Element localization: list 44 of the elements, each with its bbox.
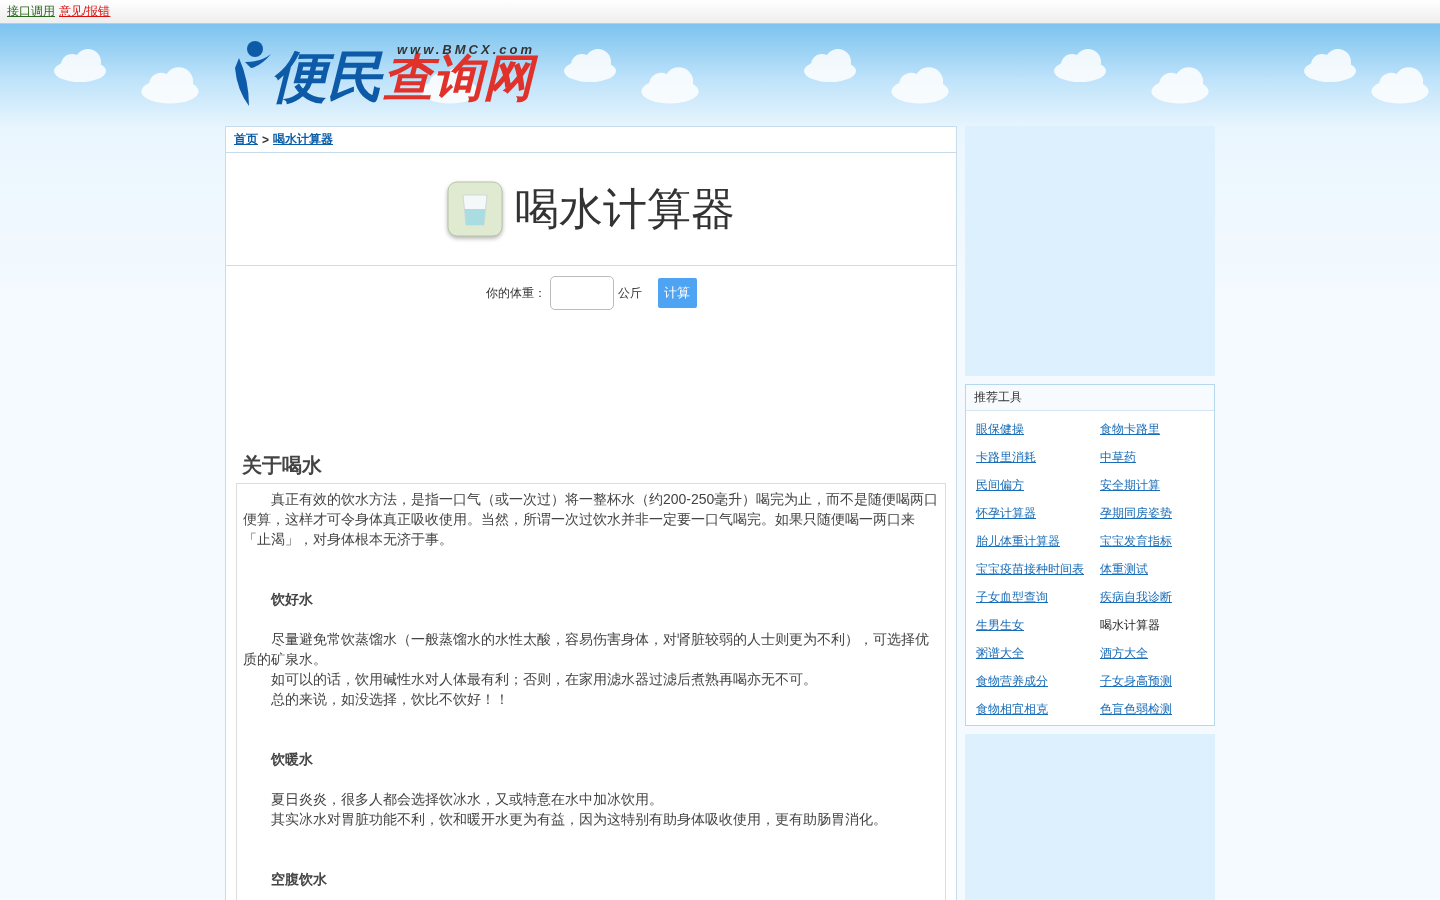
- tool-link[interactable]: 孕期同房姿势: [1100, 499, 1172, 527]
- tool-link[interactable]: 粥谱大全: [976, 639, 1024, 667]
- subheading: 饮好水: [269, 590, 314, 609]
- site-logo[interactable]: 便民查询网 www.BMCX.com: [235, 36, 537, 112]
- tool-link[interactable]: 宝宝疫苗接种时间表: [976, 555, 1084, 583]
- breadcrumb-link[interactable]: 喝水计算器: [273, 131, 333, 148]
- subheading: 饮暖水: [269, 750, 314, 769]
- weight-input[interactable]: [549, 276, 614, 310]
- tool-link[interactable]: 酒方大全: [1100, 639, 1148, 667]
- tool-link[interactable]: 喝水计算器: [1100, 611, 1160, 639]
- top-link[interactable]: 接口调用: [7, 3, 55, 20]
- tool-link[interactable]: 体重测试: [1100, 555, 1148, 583]
- top-link[interactable]: 意见/报错: [59, 3, 111, 20]
- panel-title: 推荐工具: [966, 385, 1214, 411]
- tool-link[interactable]: 眼保健操: [976, 415, 1024, 443]
- paragraph: 真正有效的饮水方法，是指一口气（或一次过）将一整杯水（约200-250毫升）喝完为止，而不是随便喝两口便算，这样才可令身体真正吸收使用。当然，所谓一次过饮水并非一定要一口气喝完。如果只随便喝一两口来「止渴」，对身体根本无济于事。: [243, 490, 939, 549]
- paragraph: 夏日炎炎，很多人都会选择饮冰水，又或特意在水中加冰饮用。: [270, 790, 664, 809]
- unit-label: 公斤: [617, 284, 642, 302]
- tool-link[interactable]: 宝宝发育指标: [1100, 527, 1172, 555]
- paragraph: 总的来说，如没选择，饮比不饮好！！: [270, 690, 510, 709]
- tool-link[interactable]: 子女血型查询: [976, 583, 1048, 611]
- tool-link[interactable]: 安全期计算: [1100, 471, 1160, 499]
- water-glass-icon: [447, 181, 503, 237]
- tool-link[interactable]: 怀孕计算器: [976, 499, 1036, 527]
- breadcrumb-separator: >: [262, 132, 269, 147]
- page-title: 喝水计算器: [515, 182, 735, 235]
- paragraph: 如可以的话，饮用碱性水对人体最有利；否则，在家用滤水器过滤后煮熟再喝亦无不可。: [270, 670, 818, 689]
- subheading: 空腹饮水: [270, 870, 328, 889]
- tool-link[interactable]: 卡路里消耗: [976, 443, 1036, 471]
- tool-link[interactable]: 食物相宜相克: [976, 695, 1048, 723]
- tool-link[interactable]: 疾病自我诊断: [1100, 583, 1172, 611]
- paragraph: 其实冰水对胃脏功能不利，饮和暖开水更为有益，因为这特别有助身体吸收使用，更有助肠胃消化。: [270, 810, 888, 829]
- tool-link[interactable]: 胎儿体重计算器: [976, 527, 1060, 555]
- breadcrumb-link[interactable]: 首页: [234, 131, 258, 148]
- section-heading: 关于喝水: [242, 453, 323, 478]
- paragraph: 尽量避免常饮蒸馏水（一般蒸馏水的水性太酸，容易伤害身体，对肾脏较弱的人士则更为不利），可选择优质的矿泉水。: [243, 630, 930, 669]
- tool-link[interactable]: 子女身高预测: [1100, 667, 1172, 695]
- weight-label: 你的体重：: [485, 284, 546, 302]
- tool-link[interactable]: 中草药: [1100, 443, 1136, 471]
- tool-link[interactable]: 生男生女: [976, 611, 1024, 639]
- tool-link[interactable]: 食物卡路里: [1100, 415, 1160, 443]
- tool-link[interactable]: 色盲色弱检测: [1100, 695, 1172, 723]
- tool-link[interactable]: 食物营养成分: [976, 667, 1048, 695]
- tool-link[interactable]: 民间偏方: [976, 471, 1024, 499]
